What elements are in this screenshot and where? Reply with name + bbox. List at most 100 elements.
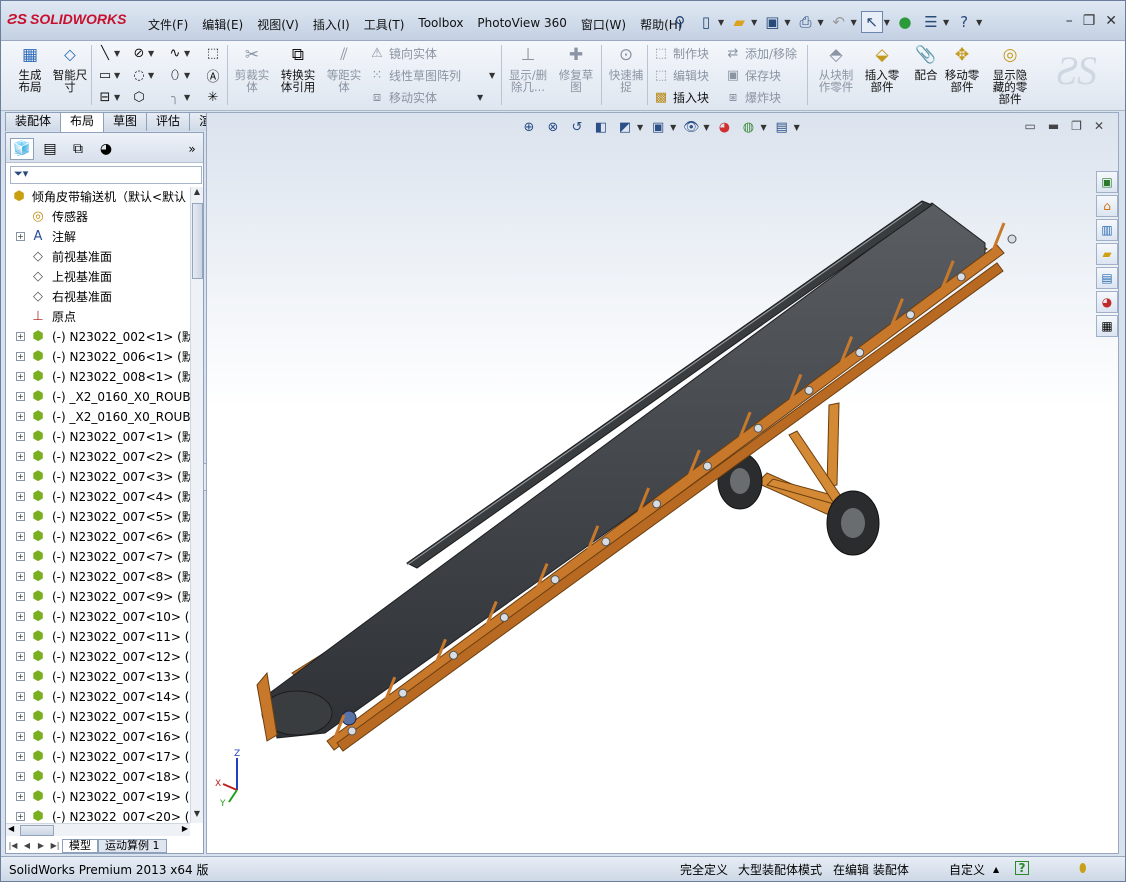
solidworks-logo[interactable]: ƧS SOLIDWORKS: [7, 11, 133, 35]
expand-icon[interactable]: +: [16, 412, 25, 421]
chevron-down-icon[interactable]: ▼: [784, 18, 790, 27]
last-tab-icon[interactable]: ▶|: [48, 839, 62, 853]
propertymanager-tab-icon[interactable]: ▤: [38, 138, 62, 160]
bottom-tab[interactable]: 模型: [62, 839, 98, 853]
tree-filter[interactable]: ⏷▾: [10, 166, 202, 184]
menu-item[interactable]: 工具(T): [357, 14, 412, 35]
scroll-up-icon[interactable]: ▲: [191, 187, 203, 201]
file-explorer-icon[interactable]: ▰: [1096, 243, 1118, 265]
command-tab[interactable]: 草图: [103, 112, 148, 131]
expand-icon[interactable]: +: [16, 712, 25, 721]
expand-icon[interactable]: +: [16, 732, 25, 741]
expand-icon[interactable]: +: [16, 492, 25, 501]
show-hidden-components-button[interactable]: ◎ 显示隐藏的零部件: [987, 43, 1033, 107]
tree-item[interactable]: + ⬢ (-) N23022_007<6> (默认: [6, 527, 190, 547]
prev-tab-icon[interactable]: ◀: [20, 839, 34, 853]
new-document-icon[interactable]: ▯: [695, 11, 717, 33]
chevron-down-icon[interactable]: ▼: [884, 18, 890, 27]
undo-icon[interactable]: ↶: [828, 11, 850, 33]
tree-item[interactable]: + ⬢ (-) N23022_007<15> (默: [6, 707, 190, 727]
configuration-tab-icon[interactable]: ⧉: [66, 138, 90, 160]
restore-icon[interactable]: ❐: [1083, 13, 1096, 29]
command-tab[interactable]: 布局: [60, 112, 105, 132]
insert-block-button[interactable]: ▩ 插入块: [653, 89, 709, 106]
command-tab[interactable]: 评估: [146, 112, 191, 131]
graphics-area[interactable]: ⊕ ⊗ ↺ ◧ ◩ ▼ ▣ ▼ 👁 ▼ ◕ ◍ ▼ ▤ ▼ ▭ ▬ ❐ ✕ Z …: [206, 112, 1119, 854]
tree-item[interactable]: + ⬢ (-) _X2_0160_X0_ROUB -: [6, 387, 190, 407]
show-delete-relations-button[interactable]: ⊥ 显示/删除几...: [505, 43, 551, 107]
menu-item[interactable]: 视图(V): [250, 14, 306, 35]
command-tab[interactable]: 装配体: [5, 112, 62, 131]
tree-item[interactable]: + ⬢ (-) N23022_007<17> (默: [6, 747, 190, 767]
appearances-icon[interactable]: ◕: [1096, 291, 1118, 313]
chevron-down-icon[interactable]: ▼: [751, 18, 757, 27]
edit-block-button[interactable]: ⬚ 编辑块: [653, 67, 709, 84]
conveyor-model[interactable]: [207, 113, 1119, 854]
select-arrow-icon[interactable]: ↖: [860, 11, 883, 33]
fillet-tool[interactable]: ╮ ▼: [167, 89, 190, 105]
chevron-down-icon[interactable]: ▼: [718, 18, 724, 27]
bottom-tab[interactable]: 运动算例 1: [98, 839, 167, 853]
units-status[interactable]: 自定义: [949, 861, 985, 878]
expand-icon[interactable]: +: [16, 592, 25, 601]
tree-root-assembly[interactable]: ⬢ 倾角皮带输送机（默认<默认: [6, 187, 190, 207]
trim-entities-button[interactable]: ✂ 剪裁实体: [229, 43, 275, 107]
chevron-down-icon[interactable]: ▼: [976, 18, 982, 27]
scroll-down-icon[interactable]: ▼: [191, 809, 203, 823]
spline-tool[interactable]: ∿ ▼: [167, 45, 191, 61]
tree-item[interactable]: ◇ 右视基准面: [6, 287, 190, 307]
expand-icon[interactable]: +: [16, 432, 25, 441]
expand-icon[interactable]: +: [16, 812, 25, 821]
tree-item[interactable]: + ⬢ (-) N23022_007<1> (默认: [6, 427, 190, 447]
tree-item[interactable]: + ⬢ (-) N23022_006<1> (默认: [6, 347, 190, 367]
menu-item[interactable]: PhotoView 360: [470, 14, 573, 35]
move-entities-button[interactable]: ⧈ 移动实体 ▼: [369, 89, 483, 106]
tree-horizontal-scrollbar[interactable]: ◀ ▶: [6, 823, 190, 836]
expand-icon[interactable]: +: [16, 632, 25, 641]
tree-item[interactable]: + ⬢ (-) N23022_007<16> (默: [6, 727, 190, 747]
tree-item[interactable]: ◇ 上视基准面: [6, 267, 190, 287]
point-tool[interactable]: ✳: [205, 89, 221, 105]
tree-vertical-scrollbar[interactable]: ▲ ▼: [190, 187, 203, 823]
rebuild-icon[interactable]: ⬮: [1079, 861, 1087, 876]
tree-item[interactable]: + ⬢ (-) N23022_007<19> (默: [6, 787, 190, 807]
chevron-down-icon[interactable]: ▼: [943, 18, 949, 27]
tree-item[interactable]: + ⬢ (-) N23022_007<7> (默认: [6, 547, 190, 567]
tree-item[interactable]: + ⬢ (-) N23022_007<8> (默认: [6, 567, 190, 587]
convert-entities-button[interactable]: ⧉ 转换实体引用: [275, 43, 321, 107]
expand-icon[interactable]: +: [16, 552, 25, 561]
print-icon[interactable]: ⎙: [794, 11, 816, 33]
tree-item[interactable]: + A 注解: [6, 227, 190, 247]
save-icon[interactable]: ▣: [761, 11, 783, 33]
move-component-button[interactable]: ✥ 移动零部件: [939, 43, 985, 107]
expand-icon[interactable]: +: [16, 752, 25, 761]
expand-icon[interactable]: +: [16, 792, 25, 801]
explode-block-button[interactable]: ⧆ 爆炸块: [725, 89, 781, 106]
make-block-button[interactable]: ⬚ 制作块: [653, 45, 709, 62]
save-block-button[interactable]: ▣ 保存块: [725, 67, 781, 84]
quick-snaps-button[interactable]: ⊙ 快速捕捉: [603, 43, 649, 107]
slot-tool[interactable]: ⊟ ▼: [97, 89, 121, 105]
add-remove-button[interactable]: ⇄ 添加/移除: [725, 45, 798, 62]
tree-item[interactable]: + ⬢ (-) N23022_007<9> (默认: [6, 587, 190, 607]
tree-item[interactable]: + ⬢ (-) N23022_007<20> (默: [6, 807, 190, 823]
expand-icon[interactable]: +: [16, 692, 25, 701]
menu-item[interactable]: 文件(F): [141, 14, 195, 35]
first-tab-icon[interactable]: |◀: [6, 839, 20, 853]
chevron-down-icon[interactable]: ▼: [817, 18, 823, 27]
scroll-thumb[interactable]: [192, 203, 203, 279]
open-folder-icon[interactable]: ▰: [728, 11, 750, 33]
next-tab-icon[interactable]: ▶: [34, 839, 48, 853]
expand-chevrons-icon[interactable]: »: [180, 138, 204, 160]
expand-icon[interactable]: +: [16, 352, 25, 361]
menu-item[interactable]: 插入(I): [306, 14, 357, 35]
offset-entities-button[interactable]: ⫽ 等距实体: [321, 43, 367, 107]
make-part-from-block-button[interactable]: ⬘ 从块制作零件: [813, 43, 859, 107]
construction-tool[interactable]: ⬚: [205, 45, 221, 61]
tree-item[interactable]: + ⬢ (-) N23022_007<3> (默认: [6, 467, 190, 487]
linear-pattern-button[interactable]: ⁙ 线性草图阵列 ▼: [369, 67, 496, 84]
tree-item[interactable]: ◇ 前视基准面: [6, 247, 190, 267]
expand-icon[interactable]: +: [16, 392, 25, 401]
help-icon[interactable]: ?: [953, 11, 975, 33]
custom-properties-icon[interactable]: ▦: [1096, 315, 1118, 337]
